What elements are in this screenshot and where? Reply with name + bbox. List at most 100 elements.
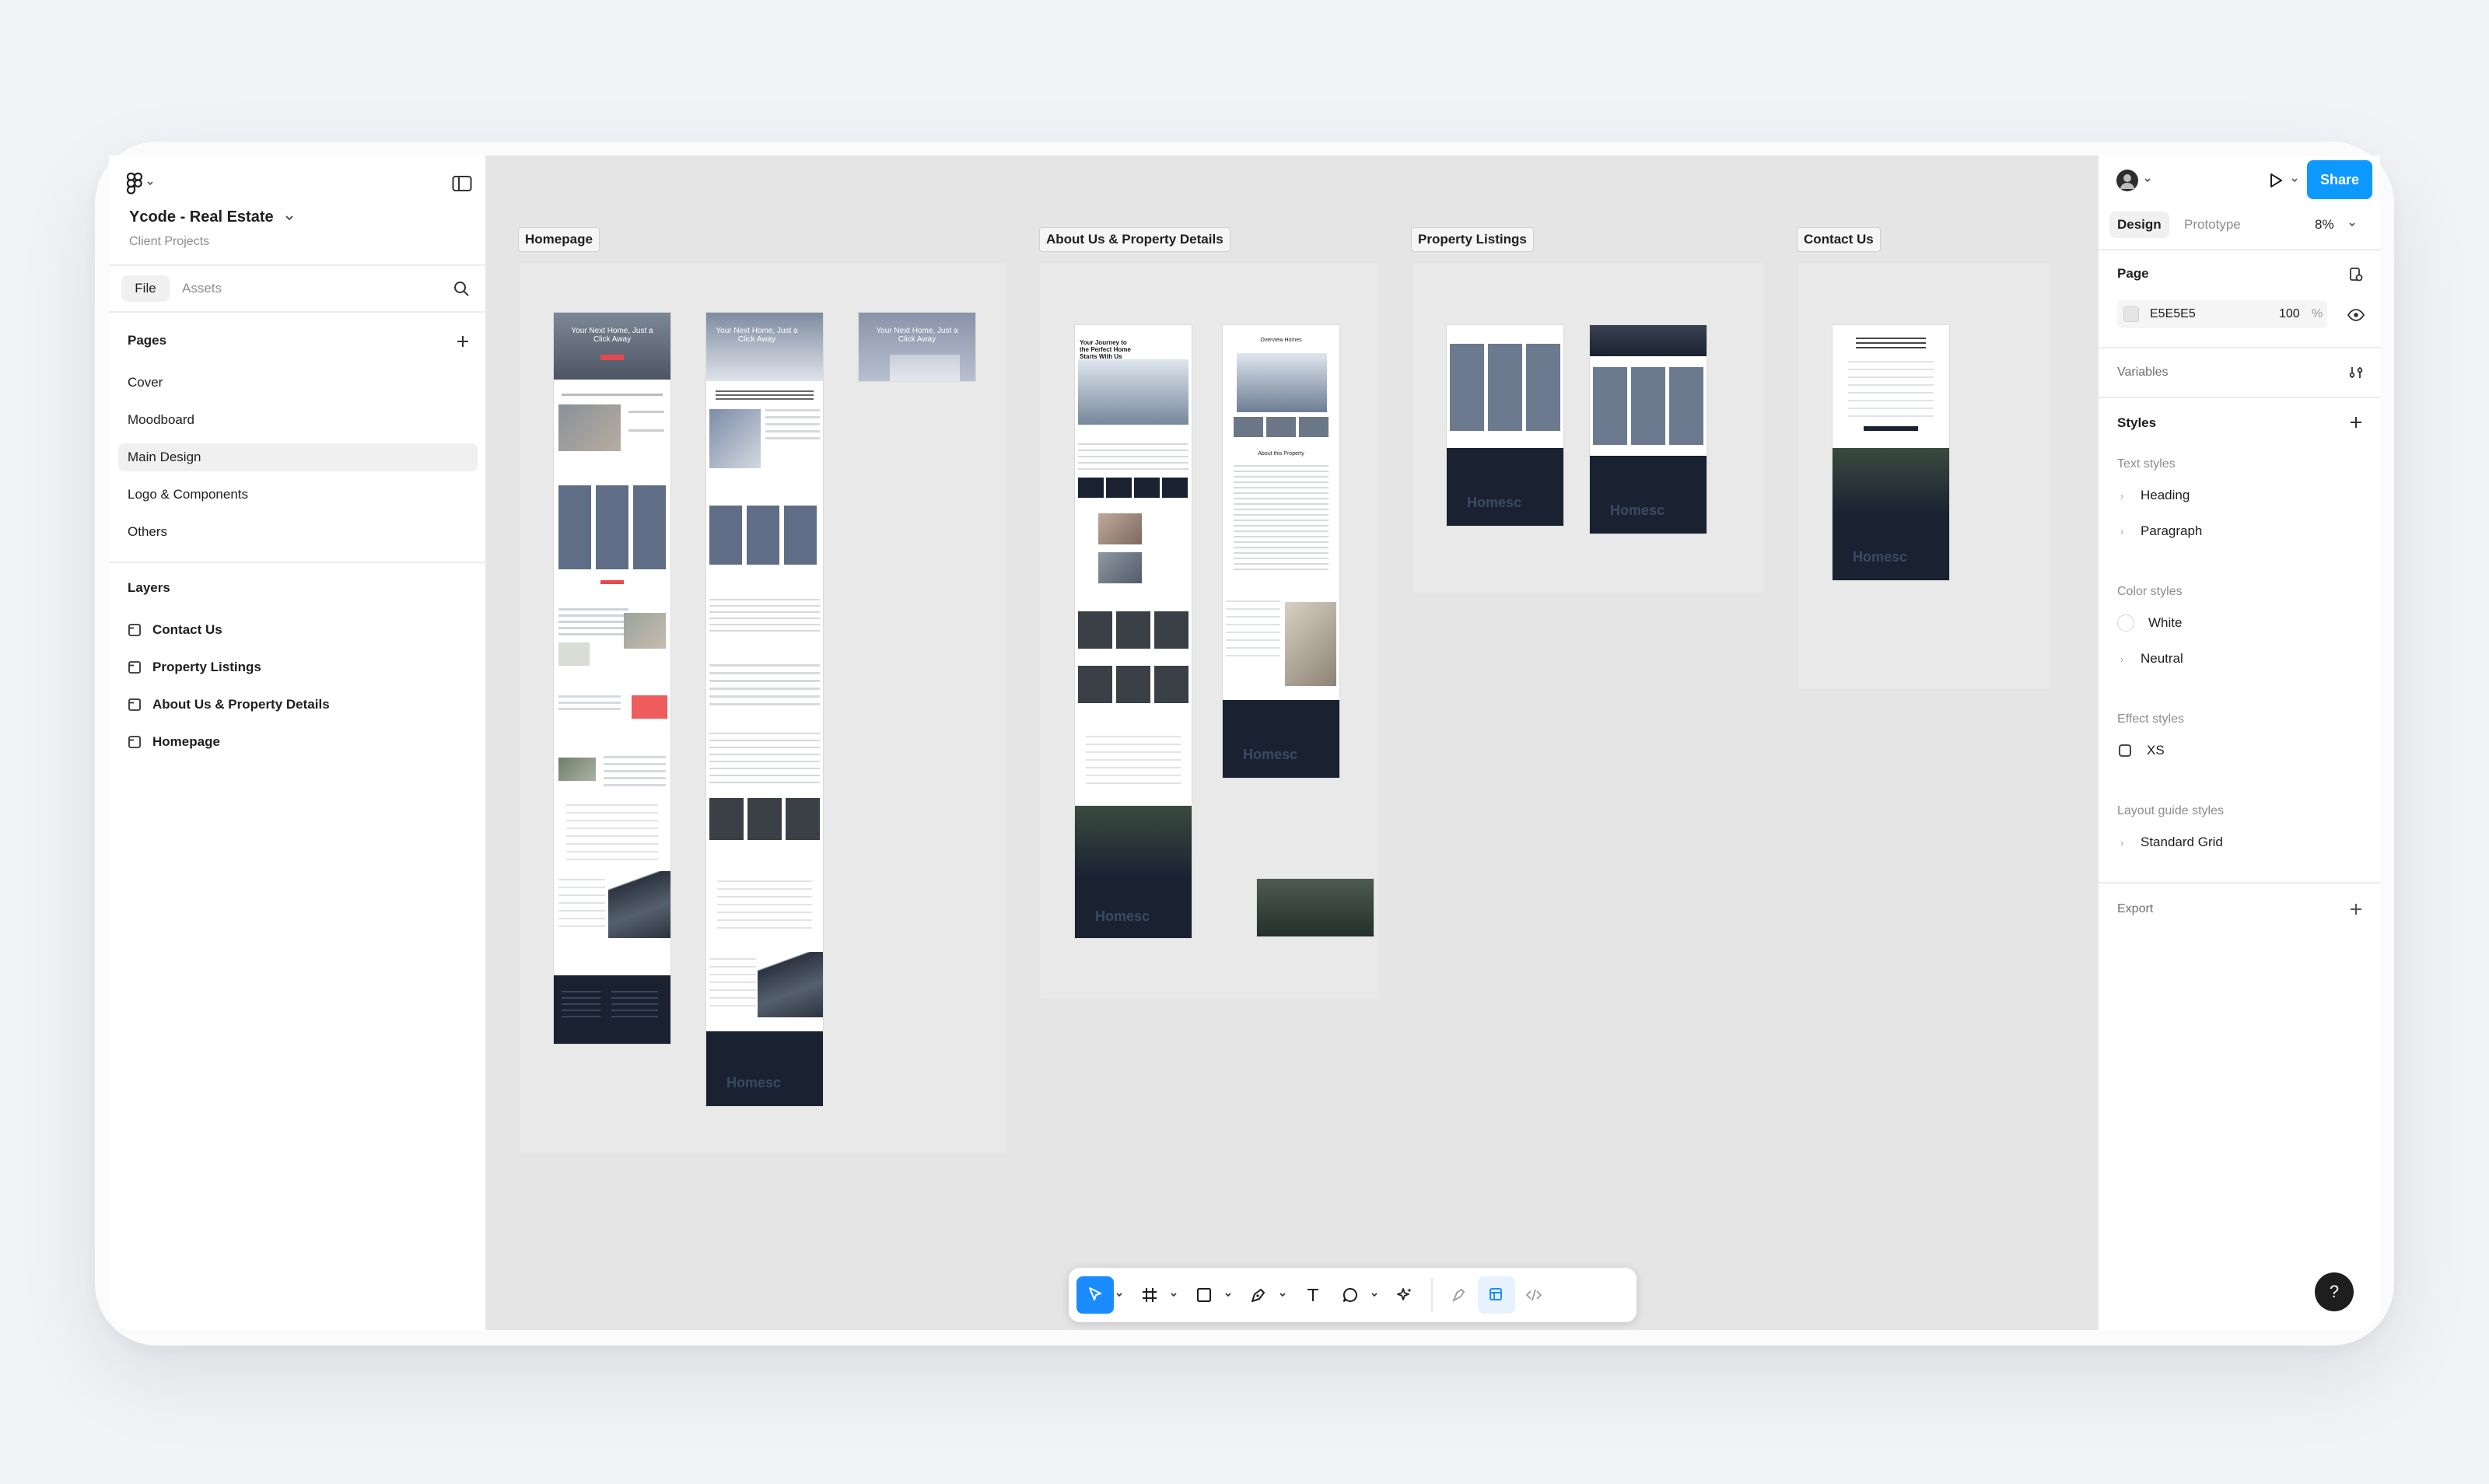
tab-file[interactable]: File: [121, 275, 170, 302]
chevron-down-icon[interactable]: [2288, 173, 2301, 188]
chevron-down-icon[interactable]: [1223, 1276, 1234, 1314]
page-item-logo-components[interactable]: Logo & Components: [118, 481, 478, 509]
tab-design[interactable]: Design: [2109, 212, 2169, 238]
property-listings-desktop-mockup[interactable]: Homesc: [1447, 325, 1563, 526]
color-style-white[interactable]: White: [2117, 610, 2182, 636]
text-tool-button[interactable]: [1294, 1276, 1332, 1314]
layout-guide-label: Standard Grid: [2141, 835, 2223, 849]
building-image: [1078, 359, 1188, 425]
add-style-plus-icon[interactable]: [2344, 411, 2368, 434]
page-item-cover[interactable]: Cover: [118, 369, 478, 397]
sparkle-icon: [1395, 1286, 1414, 1304]
layout-guide-standard-grid[interactable]: › Standard Grid: [2117, 829, 2223, 856]
layer-label: About Us & Property Details: [152, 697, 330, 712]
color-style-label: Neutral: [2141, 651, 2183, 666]
section-label-contact-us[interactable]: Contact Us: [1797, 227, 1881, 252]
pen-tool-button[interactable]: [1240, 1276, 1277, 1314]
shape-tool-button[interactable]: [1185, 1276, 1223, 1314]
text-style-paragraph[interactable]: › Paragraph: [2117, 518, 2203, 544]
user-menu[interactable]: [2116, 166, 2156, 194]
chevron-down-icon[interactable]: [1369, 1276, 1380, 1314]
rectangle-icon: [1195, 1286, 1213, 1304]
building-image: [608, 871, 670, 938]
main-menu-button[interactable]: [126, 168, 154, 199]
project-title[interactable]: Ycode - Real Estate: [129, 208, 294, 226]
sidebar-toggle-icon[interactable]: [448, 170, 476, 198]
image-placeholder: [558, 642, 590, 666]
property-banner-mockup[interactable]: [1257, 879, 1374, 936]
stats-block: [709, 664, 820, 711]
section-label-homepage[interactable]: Homepage: [518, 227, 600, 252]
stats-block: [604, 756, 666, 787]
project-title-text: Ycode - Real Estate: [129, 208, 274, 226]
faq-list: [566, 804, 658, 860]
page-opacity-value: 100: [2279, 307, 2300, 320]
contact-us-mockup[interactable]: Homesc: [1833, 325, 1949, 580]
overview-heading: Overview Homes: [1260, 338, 1302, 343]
text-style-heading[interactable]: › Heading: [2117, 482, 2190, 509]
variables-title: Variables: [2117, 366, 2169, 379]
text-icon: [1304, 1286, 1322, 1304]
zoom-dropdown[interactable]: 8%: [2315, 212, 2356, 238]
chevron-down-icon[interactable]: [1277, 1276, 1288, 1314]
move-tool-button[interactable]: [1076, 1276, 1114, 1314]
homepage-desktop-mockup[interactable]: Your Next Home, Just a Click Away: [554, 313, 670, 1044]
eye-icon[interactable]: [2344, 303, 2368, 327]
promo-card: [632, 695, 667, 719]
layer-item-property-listings[interactable]: Property Listings: [118, 653, 478, 681]
section-label-property-listings[interactable]: Property Listings: [1411, 227, 1534, 252]
code-icon: [1525, 1286, 1543, 1304]
frame-tool-button[interactable]: [1131, 1276, 1168, 1314]
chevron-down-icon[interactable]: [1168, 1276, 1179, 1314]
divider: [2099, 397, 2380, 398]
chevron-down-icon: [2348, 222, 2356, 228]
color-style-neutral[interactable]: › Neutral: [2117, 646, 2183, 672]
frame-section-icon: [128, 660, 142, 674]
chevron-down-icon[interactable]: [1114, 1276, 1125, 1314]
avatar: [2116, 169, 2139, 192]
divider: [109, 562, 485, 563]
page-item-others[interactable]: Others: [118, 518, 478, 546]
property-listings-tablet-mockup[interactable]: Homesc: [1590, 325, 1707, 534]
property-grid: [1450, 344, 1560, 431]
tab-prototype[interactable]: Prototype: [2184, 212, 2241, 238]
comment-tool-button[interactable]: [1332, 1276, 1369, 1314]
layer-item-contact-us[interactable]: Contact Us: [118, 616, 478, 644]
frame-section-icon: [128, 735, 142, 749]
export-title: Export: [2117, 902, 2154, 915]
help-button[interactable]: ?: [2315, 1272, 2354, 1311]
hero-heading: Your Next Home, Just a Click Away: [716, 327, 798, 344]
page-item-moodboard[interactable]: Moodboard: [118, 406, 478, 434]
add-export-plus-icon[interactable]: [2344, 898, 2368, 921]
hero-heading: Your Next Home, Just a Click Away: [876, 327, 958, 344]
tab-assets[interactable]: Assets: [182, 275, 222, 302]
homepage-mobile-hero-mockup[interactable]: Your Next Home, Just a Click Away: [859, 313, 975, 381]
share-button[interactable]: Share: [2307, 160, 2372, 199]
design-canvas[interactable]: Homepage About Us & Property Details Pro…: [487, 156, 2097, 1330]
search-icon[interactable]: [448, 275, 474, 302]
variables-settings-icon[interactable]: [2344, 361, 2368, 384]
property-details-mockup[interactable]: Overview Homes About this Property Homes…: [1223, 325, 1339, 778]
play-icon[interactable]: [2263, 168, 2288, 193]
page-settings-icon[interactable]: [2344, 263, 2368, 286]
page-item-main-design[interactable]: Main Design: [118, 443, 478, 471]
design-mode-button[interactable]: [1478, 1276, 1515, 1314]
right-panel: Share Design Prototype 8% Page E5E5E5 10…: [2097, 156, 2380, 1330]
add-page-plus-icon[interactable]: [451, 330, 474, 353]
team-grid: [1078, 666, 1188, 703]
project-subtitle[interactable]: Client Projects: [129, 235, 209, 249]
footer-brand: Homesc: [726, 1075, 782, 1090]
chevron-down-icon: [285, 215, 294, 221]
homepage-tablet-mockup[interactable]: Your Next Home, Just a Click Away Homesc: [706, 313, 823, 1106]
effect-style-xs[interactable]: XS: [2117, 737, 2165, 764]
layer-item-homepage[interactable]: Homepage: [118, 728, 478, 756]
actions-tool-button[interactable]: [1386, 1276, 1423, 1314]
section-label-about-us[interactable]: About Us & Property Details: [1039, 227, 1230, 252]
layer-item-about-us[interactable]: About Us & Property Details: [118, 691, 478, 719]
dev-mode-button[interactable]: [1515, 1276, 1553, 1314]
page-color-field[interactable]: E5E5E5 100 %: [2117, 300, 2327, 328]
draw-icon: [1450, 1286, 1469, 1304]
about-us-mockup[interactable]: Your Journey to the Perfect Home Starts …: [1075, 325, 1192, 938]
draw-mode-button[interactable]: [1441, 1276, 1478, 1314]
divider: [2099, 249, 2380, 250]
